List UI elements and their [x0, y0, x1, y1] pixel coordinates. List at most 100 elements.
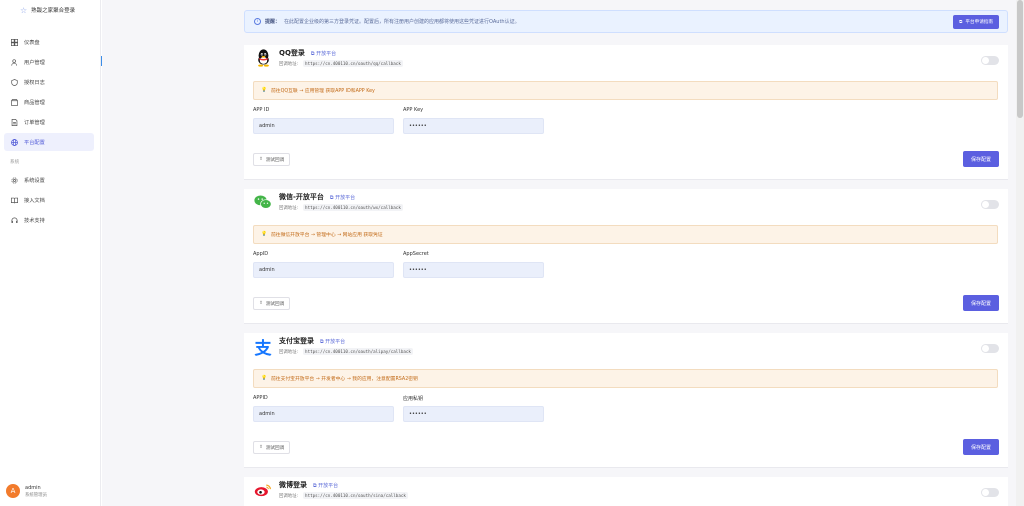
- card-header: 微博登录 ⧉ 开放平台 回调地址: https://cn.400110.cn/o…: [244, 477, 1008, 503]
- test-callback-label: 测试回调: [265, 445, 285, 451]
- page-scrollbar[interactable]: [1016, 0, 1024, 506]
- qq-logo-icon: [253, 48, 273, 68]
- document-icon: [10, 118, 18, 126]
- headset-icon: [10, 216, 18, 224]
- sidebar-item-products[interactable]: 商品管理: [4, 93, 94, 111]
- field1-label: APP ID: [253, 107, 270, 113]
- app-id-input[interactable]: admin: [253, 118, 394, 134]
- user-name: admin: [25, 484, 41, 491]
- callback-label: 回调地址:: [279, 205, 299, 211]
- sidebar-item-system-settings[interactable]: 系统设置: [4, 171, 94, 189]
- field2-label: 应用私钥: [403, 396, 424, 402]
- upload-icon: ⇧: [259, 301, 263, 306]
- platform-title: 微信-开放平台 ⧉ 开放平台: [279, 192, 355, 202]
- box-icon: [10, 98, 18, 106]
- sidebar: ☆ 熟跋之家聚合登录 仪表盘 用户管理 授权日志 商品管理 订单管理 平台配置 …: [0, 0, 101, 506]
- user-role: 系统管理员: [25, 492, 47, 498]
- sidebar-section-label: 系统: [10, 160, 20, 165]
- open-platform-link[interactable]: ⧉ 开放平台: [311, 50, 336, 57]
- platform-card-qq: QQ登录 ⧉ 开放平台 回调地址: https://cn.400110.cn/o…: [244, 45, 1008, 180]
- sidebar-item-label: 技术支持: [24, 217, 45, 224]
- enable-toggle[interactable]: [981, 56, 999, 65]
- save-config-button[interactable]: 保存配置: [963, 439, 999, 455]
- platform-card-wechat: 微信-开放平台 ⧉ 开放平台 回调地址: https://cn.400110.c…: [244, 189, 1008, 324]
- field2-label: APP Key: [403, 107, 424, 113]
- brand[interactable]: ☆ 熟跋之家聚合登录: [0, 1, 100, 19]
- test-callback-button[interactable]: ⇧ 测试回调: [253, 153, 291, 166]
- lightbulb-icon: 💡: [261, 232, 267, 237]
- user-profile[interactable]: A admin 系统管理员: [6, 484, 47, 498]
- platform-name: 支付宝登录: [279, 337, 314, 345]
- avatar: A: [6, 484, 20, 498]
- alipay-logo-icon: 支: [254, 338, 272, 359]
- callback-row: 回调地址: https://cn.400110.cn/oauth/qq/call…: [279, 60, 403, 67]
- test-callback-button[interactable]: ⇧ 测试回调: [253, 441, 291, 454]
- callback-label: 回调地址:: [279, 61, 299, 67]
- callback-url[interactable]: https://cn.400110.cn/oauth/qq/callback: [303, 60, 403, 67]
- tip-text: 前往QQ互联 → 应用管理 获取APP ID和APP Key: [270, 89, 375, 94]
- test-callback-label: 测试回调: [265, 301, 285, 307]
- brand-title: 熟跋之家聚合登录: [31, 8, 76, 14]
- save-config-button[interactable]: 保存配置: [963, 151, 999, 167]
- app-root: ☆ 熟跋之家聚合登录 仪表盘 用户管理 授权日志 商品管理 订单管理 平台配置 …: [0, 0, 1024, 506]
- apply-guide-button[interactable]: ⧉ 平台申请指南: [953, 15, 999, 29]
- callback-row: 回调地址: https://cn.400110.cn/oauth/sina/ca…: [279, 492, 408, 499]
- open-platform-link[interactable]: ⧉ 开放平台: [313, 482, 338, 489]
- platform-name: 微博登录: [279, 481, 307, 489]
- sidebar-item-label: 商品管理: [24, 99, 45, 106]
- dashboard-icon: [10, 38, 18, 46]
- lightbulb-icon: 💡: [261, 88, 267, 93]
- open-platform-link[interactable]: ⧉ 开放平台: [330, 194, 355, 201]
- sidebar-item-platform-config[interactable]: 平台配置: [4, 133, 94, 151]
- field1-label: APPID: [253, 395, 268, 401]
- platform-card-alipay: 支 支付宝登录 ⧉ 开放平台 回调地址: https://cn.400110.c…: [244, 333, 1008, 468]
- platform-title: QQ登录 ⧉ 开放平台: [279, 48, 336, 58]
- platform-tip: 💡 前往QQ互联 → 应用管理 获取APP ID和APP Key: [253, 81, 998, 100]
- field1-label: AppID: [253, 251, 269, 257]
- enable-toggle[interactable]: [981, 200, 999, 209]
- app-id-input[interactable]: admin: [253, 406, 394, 422]
- callback-row: 回调地址: https://cn.400110.cn/oauth/wx/call…: [279, 204, 403, 211]
- sidebar-item-users[interactable]: 用户管理: [4, 53, 94, 71]
- sidebar-item-orders[interactable]: 订单管理: [4, 113, 94, 131]
- sidebar-item-label: 订单管理: [24, 119, 45, 126]
- scrollbar-thumb[interactable]: [1017, 0, 1023, 118]
- book-icon: [10, 196, 18, 204]
- tip-text: 前往微信开放平台 → 管理中心 → 网站应用 获取凭证: [270, 233, 383, 238]
- sidebar-item-label: 仪表盘: [24, 39, 40, 46]
- app-key-input[interactable]: ••••••: [403, 118, 544, 134]
- platform-tip: 💡 前往支付宝开放平台 → 开发者中心 → 我的应用，注意配置RSA2密钥: [253, 369, 998, 388]
- sidebar-item-docs[interactable]: 接入文档: [4, 191, 94, 209]
- test-callback-label: 测试回调: [265, 157, 285, 163]
- enable-toggle[interactable]: [981, 344, 999, 353]
- info-notice: i 提醒： 在此配置企业级的第三方登录凭证。配置后，所有注册用户创建的应用都将使…: [244, 10, 1008, 33]
- card-header: 微信-开放平台 ⧉ 开放平台 回调地址: https://cn.400110.c…: [244, 189, 1008, 215]
- platform-title: 微博登录 ⧉ 开放平台: [279, 480, 338, 490]
- apply-guide-label: 平台申请指南: [965, 20, 993, 25]
- sidebar-item-label: 用户管理: [24, 59, 45, 66]
- notice-prefix: 提醒：: [265, 19, 281, 25]
- sidebar-item-dashboard[interactable]: 仪表盘: [4, 33, 94, 51]
- upload-icon: ⇧: [259, 445, 263, 450]
- callback-url[interactable]: https://cn.400110.cn/oauth/alipay/callba…: [303, 348, 413, 355]
- test-callback-button[interactable]: ⇧ 测试回调: [253, 297, 291, 310]
- app-id-input[interactable]: admin: [253, 262, 394, 278]
- app-secret-input[interactable]: ••••••: [403, 262, 544, 278]
- callback-label: 回调地址:: [279, 493, 299, 499]
- card-header: QQ登录 ⧉ 开放平台 回调地址: https://cn.400110.cn/o…: [244, 45, 1008, 71]
- enable-toggle[interactable]: [981, 488, 999, 497]
- callback-url[interactable]: https://cn.400110.cn/oauth/wx/callback: [303, 204, 403, 211]
- notice-text: 在此配置企业级的第三方登录凭证。配置后，所有注册用户创建的应用都将使用这些凭证进…: [284, 19, 520, 25]
- main-content: i 提醒： 在此配置企业级的第三方登录凭证。配置后，所有注册用户创建的应用都将使…: [102, 0, 1016, 506]
- weibo-logo-icon: [253, 480, 273, 500]
- sidebar-item-auth-logs[interactable]: 授权日志: [4, 73, 94, 91]
- open-platform-link[interactable]: ⧉ 开放平台: [320, 338, 345, 345]
- save-config-button[interactable]: 保存配置: [963, 295, 999, 311]
- platform-name: QQ登录: [279, 49, 305, 57]
- sidebar-item-support[interactable]: 技术支持: [4, 211, 94, 229]
- callback-url[interactable]: https://cn.400110.cn/oauth/sina/callback: [303, 492, 408, 499]
- upload-icon: ⇧: [259, 157, 263, 162]
- sidebar-item-label: 平台配置: [24, 139, 45, 146]
- field2-label: AppSecret: [403, 251, 429, 257]
- private-key-input[interactable]: ••••••: [403, 406, 544, 422]
